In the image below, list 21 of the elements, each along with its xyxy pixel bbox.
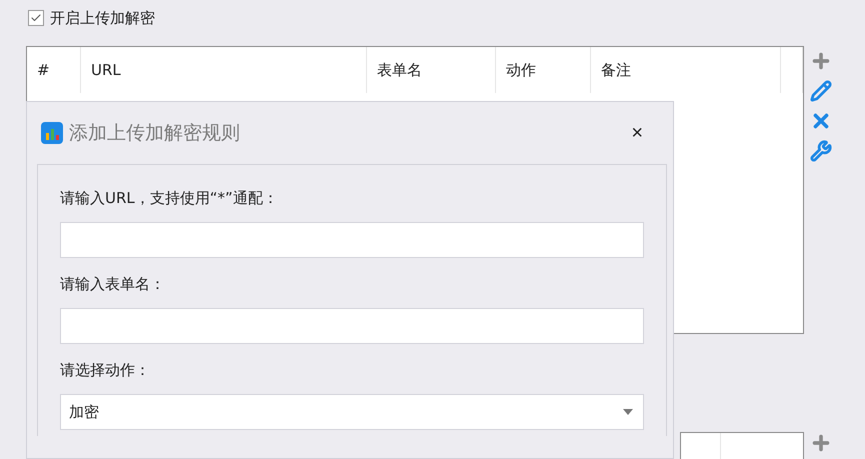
field-label: 请选择动作：: [60, 361, 151, 380]
action-select[interactable]: 加密: [60, 394, 644, 430]
column-header[interactable]: 表单名: [367, 47, 496, 93]
field-label: 请输入表单名：: [60, 275, 166, 294]
column-header[interactable]: 备注: [591, 47, 781, 93]
input-field[interactable]: [60, 222, 644, 258]
check-icon: [30, 12, 42, 24]
chart-icon: [41, 122, 63, 144]
pencil-icon[interactable]: [810, 80, 832, 102]
column-header[interactable]: 动作: [496, 47, 591, 93]
input-field[interactable]: [60, 308, 644, 344]
column-header[interactable]: URL: [81, 47, 367, 93]
wrench-icon[interactable]: [810, 140, 832, 162]
field-label: 请输入URL，支持使用“*”通配：: [60, 189, 279, 208]
add-icon[interactable]: [810, 50, 832, 72]
add-icon[interactable]: [810, 432, 832, 454]
caret-icon: [623, 409, 633, 415]
dialog-title: 添加上传加解密规则: [69, 121, 241, 146]
column-header[interactable]: #: [27, 47, 81, 93]
enable-checkbox[interactable]: 开启上传加解密: [28, 8, 155, 28]
close-button[interactable]: ×: [627, 122, 647, 144]
